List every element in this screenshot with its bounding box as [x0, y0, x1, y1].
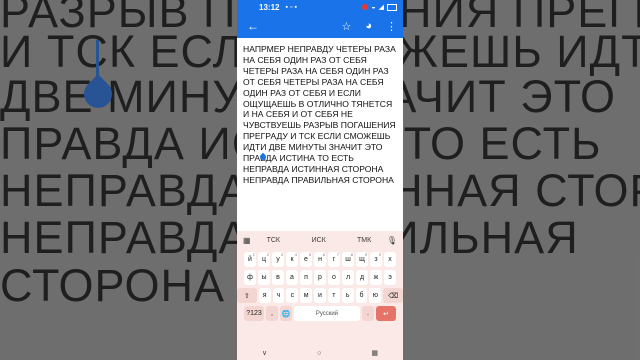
key-hint: 2 [266, 252, 269, 257]
key[interactable]: ч [272, 288, 285, 303]
key[interactable]: р [314, 270, 326, 285]
key-label: х [388, 256, 392, 263]
enter-key[interactable]: ↵ [376, 306, 396, 321]
key[interactable]: щ9 [356, 252, 368, 267]
system-nav-bar: ∨ ○ ▦ [237, 346, 403, 360]
note-body-text[interactable]: НАПРМЕР НЕПРАВДУ ЧЕТЕРЫ РАЗА НА СЕБЯ ОДИ… [243, 44, 399, 186]
key-label: е [304, 256, 308, 263]
record-icon [362, 4, 369, 10]
key[interactable]: т [327, 288, 340, 303]
key[interactable]: д [356, 270, 368, 285]
key-hint: 4 [294, 252, 297, 257]
status-time: 13:12 [259, 2, 280, 12]
key[interactable]: ц2 [258, 252, 270, 267]
key[interactable]: х [384, 252, 396, 267]
symbols-key[interactable]: ?123 [244, 306, 264, 321]
key-hint: 8 [350, 252, 353, 257]
suggestion-1[interactable]: ТСК [251, 237, 296, 244]
more-options-icon[interactable]: ⋮ [386, 20, 397, 33]
suggestion-2[interactable]: ИСК [296, 237, 341, 244]
toolbar-actions: ☆ ◕ ⋮ [341, 20, 397, 33]
status-notification-icons: ▪ ▫ ▪ [285, 4, 296, 11]
apps-grid-icon[interactable]: ▦ [243, 236, 251, 245]
key[interactable]: ь [341, 288, 354, 303]
chat-icon: ▪ [285, 3, 288, 11]
key-label: у [276, 256, 280, 263]
key[interactable]: н6 [314, 252, 326, 267]
key-label: з [374, 256, 378, 263]
key[interactable]: и [314, 288, 326, 303]
signal-icon: ◢ [378, 4, 384, 11]
key-row-4: ?123 , 🌐 Русский . ↵ [237, 306, 403, 321]
palette-icon[interactable]: ◕ [365, 20, 372, 33]
status-bar: 13:12 ▪ ▫ ▪ ◒ ◢ [237, 0, 403, 14]
key[interactable]: л [342, 270, 354, 285]
phone-screen: 13:12 ▪ ▫ ▪ ◒ ◢ ← ☆ ◕ ⋮ НАПРМЕР НЕПРАВДУ… [237, 0, 403, 360]
mic-icon[interactable]: 🎙 [387, 236, 397, 245]
key[interactable]: ш8 [342, 252, 354, 267]
key-hint: 0 [378, 252, 381, 257]
key[interactable]: ю [369, 288, 382, 303]
recents-icon[interactable]: ▦ [371, 349, 378, 357]
key[interactable]: й1 [244, 252, 256, 267]
hide-keyboard-icon[interactable]: ∨ [262, 349, 267, 357]
backspace-key[interactable]: ⌫ [383, 288, 403, 303]
key[interactable]: г7 [328, 252, 340, 267]
shift-key[interactable]: ⇧ [237, 288, 257, 303]
key-row-3: ⇧ я ч с м и т ь б ю ⌫ [237, 288, 403, 303]
battery-icon [387, 3, 397, 11]
key[interactable]: ж [370, 270, 382, 285]
key[interactable]: в [272, 270, 284, 285]
key[interactable]: а [286, 270, 298, 285]
key[interactable]: е5 [300, 252, 312, 267]
key[interactable]: с [286, 288, 299, 303]
key-label: щ [359, 256, 365, 263]
key-label: ш [345, 256, 351, 263]
period-key[interactable]: . [362, 306, 374, 321]
key[interactable]: ы [258, 270, 270, 285]
key-label: н [318, 256, 322, 263]
key[interactable]: м [300, 288, 313, 303]
key-hint: 9 [364, 252, 367, 257]
key-label: й [248, 256, 252, 263]
key-hint: 6 [322, 252, 325, 257]
key[interactable]: п [300, 270, 312, 285]
suggestion-3[interactable]: ТМК [341, 237, 386, 244]
key[interactable]: о [328, 270, 340, 285]
key-hint: 1 [252, 252, 255, 257]
key[interactable]: я [258, 288, 271, 303]
key[interactable]: з0 [370, 252, 382, 267]
key-hint: 3 [280, 252, 283, 257]
key-hint: 7 [336, 252, 339, 257]
key-row-1: й1 ц2 у3 к4 е5 н6 г7 ш8 щ9 з0 х [237, 252, 403, 267]
suggestion-strip: ▦ ТСК ИСК ТМК 🎙 [237, 231, 403, 249]
key[interactable]: к4 [286, 252, 298, 267]
key-row-2: ф ы в а п р о л д ж э [237, 270, 403, 285]
keyboard: ▦ ТСК ИСК ТМК 🎙 й1 ц2 у3 к4 е5 н6 г7 ш8 … [237, 231, 403, 360]
mail-icon: ▫ [289, 3, 293, 11]
back-arrow-icon[interactable]: ← [247, 19, 259, 33]
key-label: к [290, 256, 294, 263]
status-right-icons: ◒ ◢ [362, 3, 397, 11]
key[interactable]: э [384, 270, 396, 285]
key[interactable]: ф [244, 270, 256, 285]
key[interactable]: б [355, 288, 368, 303]
key-hint: 5 [308, 252, 311, 257]
key[interactable]: у3 [272, 252, 284, 267]
photo-icon: ▪ [294, 3, 297, 11]
comma-key[interactable]: , [266, 306, 278, 321]
app-toolbar: ← ☆ ◕ ⋮ [237, 14, 403, 38]
space-key[interactable]: Русский [294, 306, 360, 321]
key-label: г [332, 256, 336, 263]
wifi-icon: ◒ [371, 3, 376, 11]
globe-icon[interactable]: 🌐 [280, 306, 292, 321]
home-icon[interactable]: ○ [317, 350, 321, 357]
star-icon[interactable]: ☆ [341, 20, 351, 33]
key-label: ц [261, 256, 266, 263]
